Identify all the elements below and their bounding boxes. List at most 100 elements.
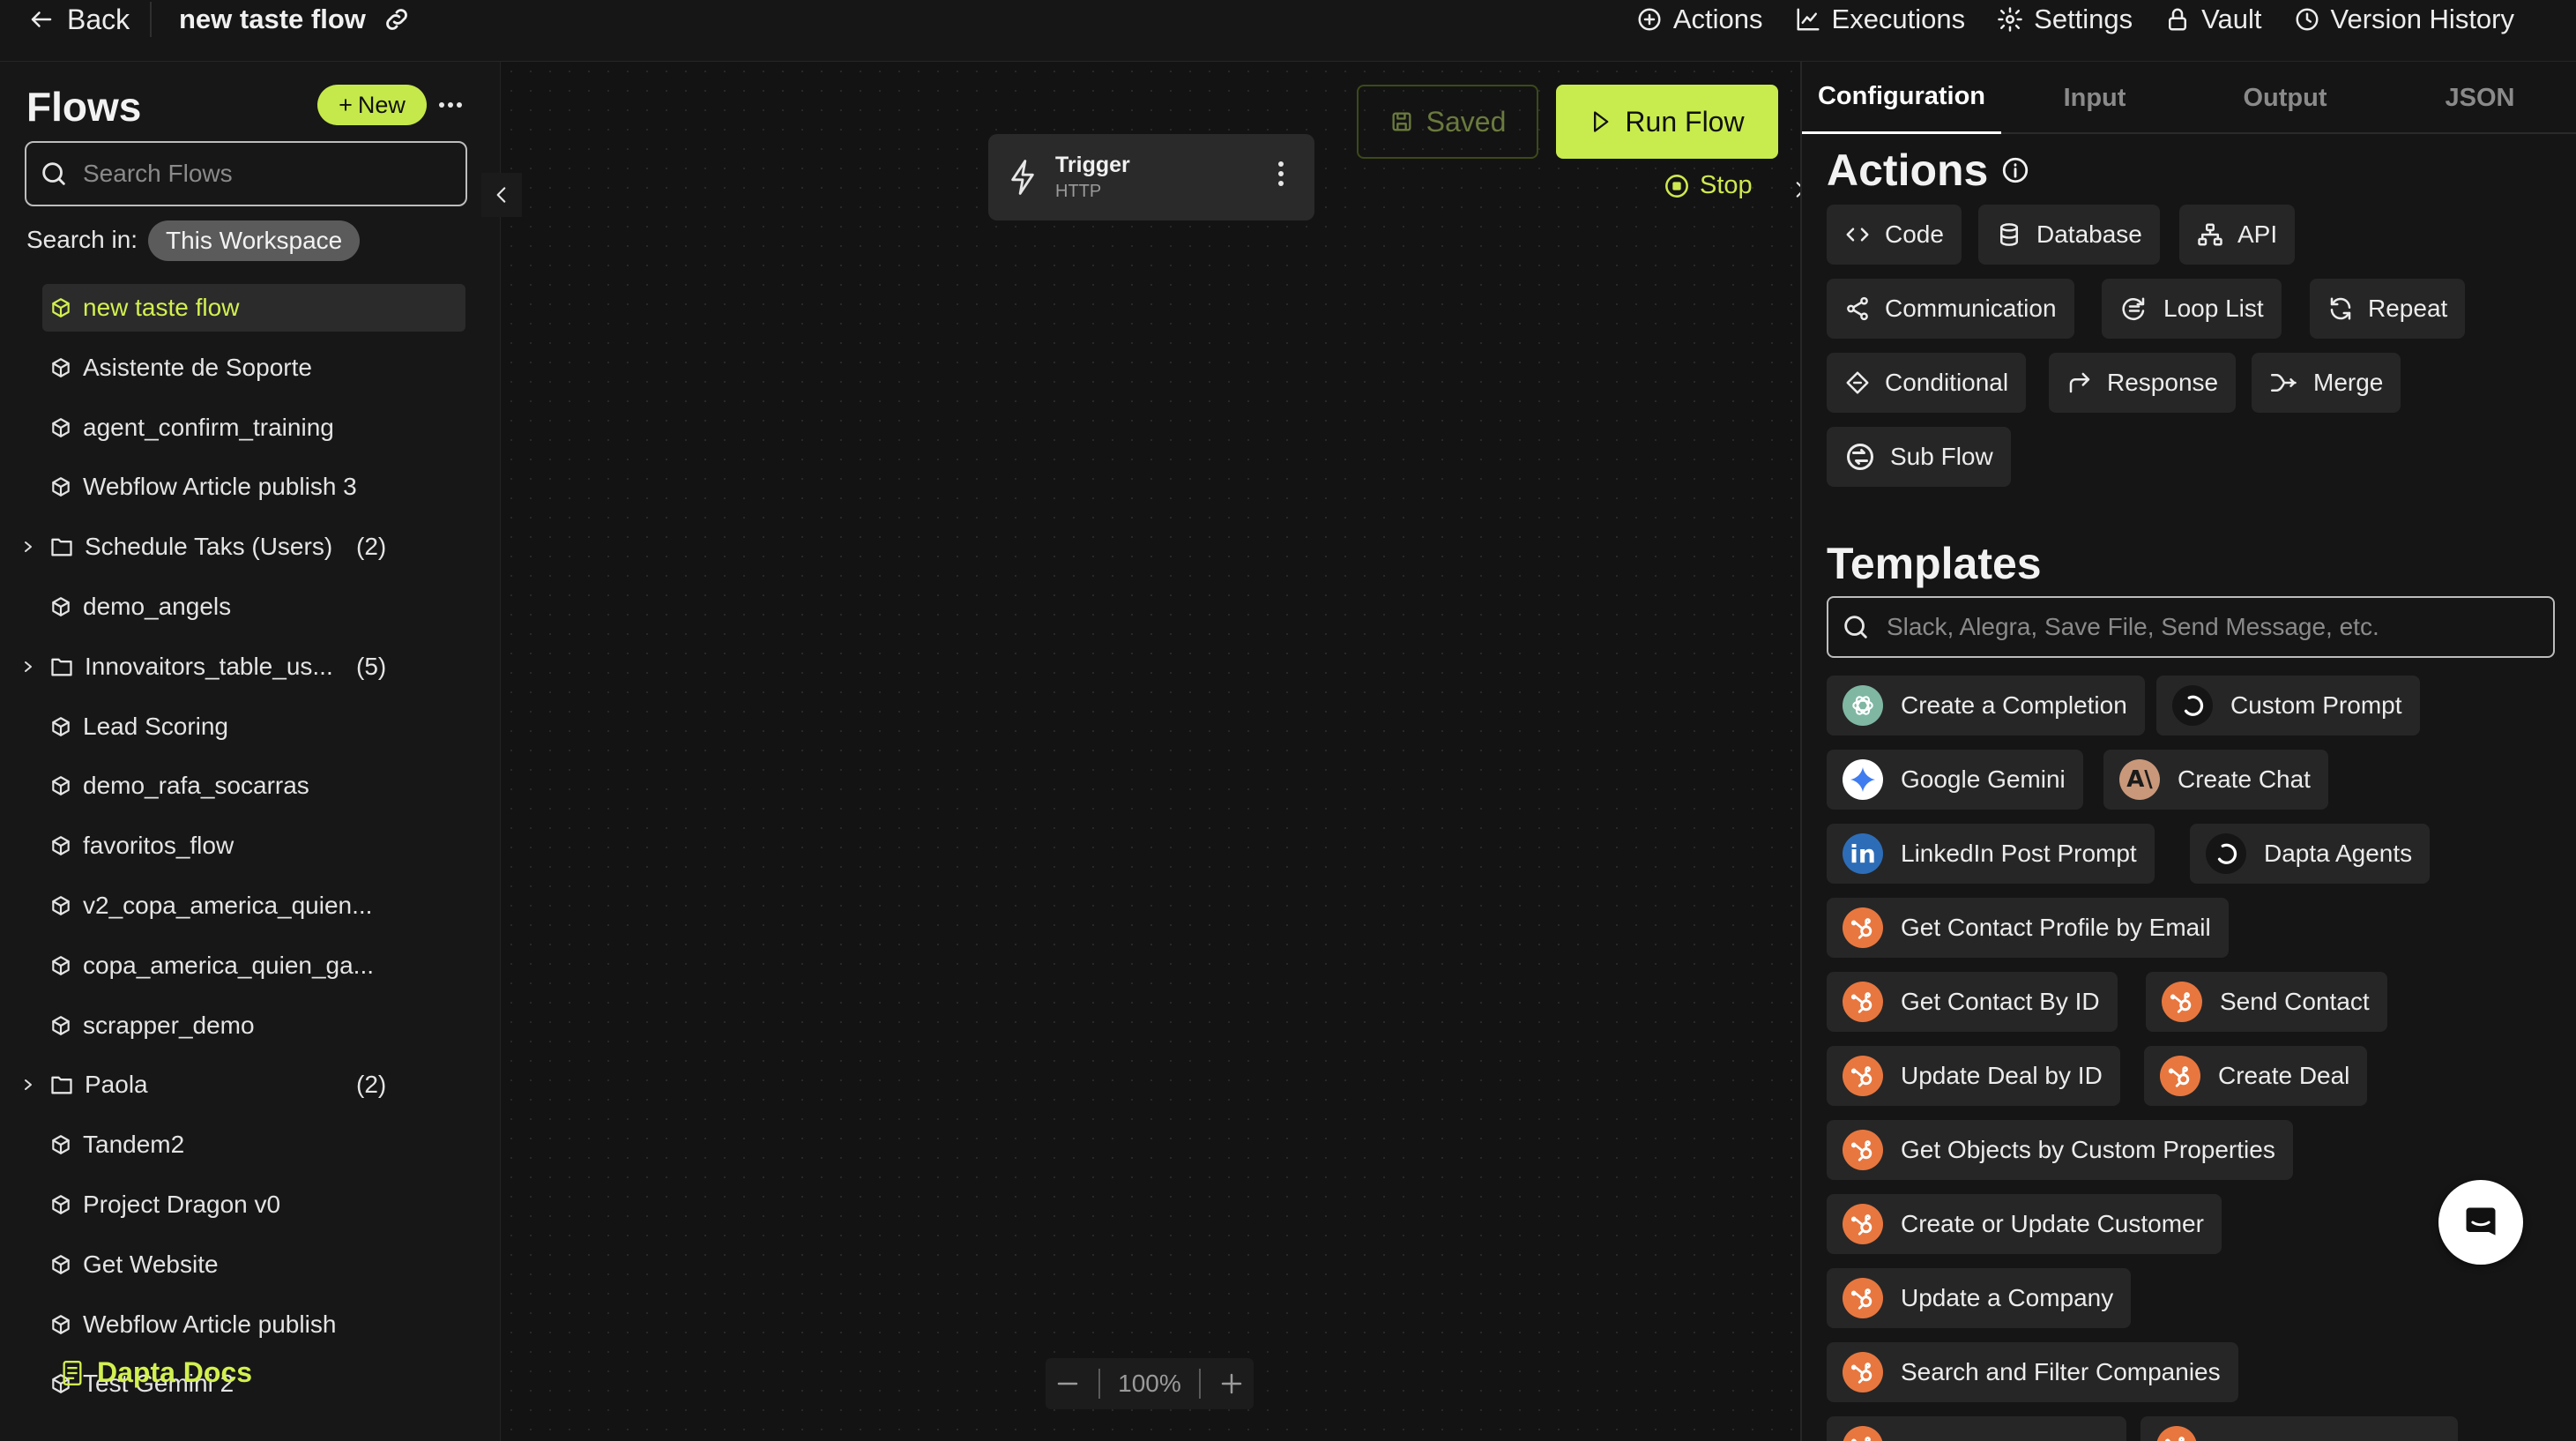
nav-settings[interactable]: Settings: [1997, 4, 2133, 35]
sidebar-flow-item[interactable]: demo_rafa_socarras: [42, 762, 465, 810]
trigger-node[interactable]: Trigger HTTP: [988, 134, 1314, 220]
sidebar-flow-item[interactable]: Project Dragon v0: [42, 1181, 465, 1228]
sidebar-flow-item[interactable]: Tandem2: [42, 1121, 465, 1168]
template-linkedin-post-prompt[interactable]: in LinkedIn Post Prompt: [1827, 824, 2155, 884]
chat-support-button[interactable]: [2438, 1180, 2523, 1265]
action-code[interactable]: Code: [1827, 205, 1962, 265]
vertical-dots-icon[interactable]: [1277, 161, 1284, 187]
saved-button[interactable]: Saved: [1357, 85, 1538, 159]
tab-output[interactable]: Output: [2188, 62, 2382, 134]
cube-icon: [49, 356, 72, 379]
tab-input[interactable]: Input: [2001, 62, 2188, 134]
search-flows-input[interactable]: [83, 160, 453, 188]
sidebar-flow-item[interactable]: favoritos_flow: [42, 822, 465, 870]
template-google-gemini[interactable]: Google Gemini: [1827, 750, 2083, 810]
search-flows-field[interactable]: [25, 141, 467, 206]
sidebar-flow-item[interactable]: demo_angels: [42, 583, 465, 631]
sidebar-folder-item[interactable]: Schedule Taks (Users) (2): [42, 523, 465, 571]
dapta-logo-icon: [2206, 833, 2246, 874]
chevron-left-icon: [490, 182, 513, 208]
template-label: Update a Company: [1901, 1284, 2114, 1311]
template-update-deal-by-id[interactable]: Update Deal by ID: [1827, 1046, 2120, 1106]
templates-search-field[interactable]: [1827, 596, 2555, 658]
info-icon[interactable]: [2000, 155, 2030, 185]
sidebar-flow-item[interactable]: Webflow Article publish 3: [42, 463, 465, 511]
sidebar-flow-item[interactable]: Webflow Article publish: [42, 1301, 465, 1348]
link-icon[interactable]: [382, 4, 412, 34]
template-create-or-update-customer[interactable]: Create or Update Customer: [1827, 1194, 2222, 1254]
back-label: Back: [67, 3, 130, 35]
run-flow-button[interactable]: Run Flow: [1556, 85, 1778, 159]
stop-icon: [1664, 174, 1689, 198]
tab-json[interactable]: JSON: [2382, 62, 2576, 134]
more-options-icon[interactable]: [432, 85, 469, 125]
action-api[interactable]: API: [2179, 205, 2296, 265]
chevron-right-icon[interactable]: [21, 523, 39, 571]
folder-count: (2): [356, 1071, 387, 1099]
templates-title: Templates: [1827, 539, 2042, 588]
template-label: Get Contact By ID: [1901, 988, 2100, 1015]
sidebar-flow-item[interactable]: Lead Scoring: [42, 703, 465, 750]
action-response[interactable]: Response: [2049, 353, 2237, 413]
action-communication[interactable]: Communication: [1827, 279, 2074, 339]
templates-search-input[interactable]: [1887, 613, 2539, 641]
template-create-deal[interactable]: Create Deal: [2144, 1046, 2368, 1106]
template-chip-partial[interactable]: [2140, 1416, 2458, 1441]
action-loop-list[interactable]: Loop List: [2102, 279, 2282, 339]
action-sub-flow[interactable]: Sub Flow: [1827, 427, 2011, 487]
action-repeat[interactable]: Repeat: [2310, 279, 2466, 339]
sidebar-folder-item[interactable]: Paola (2): [42, 1061, 465, 1109]
template-get-contact-by-id[interactable]: Get Contact By ID: [1827, 972, 2118, 1032]
template-create-a-completion[interactable]: Create a Completion: [1827, 676, 2145, 735]
sidebar-flow-item[interactable]: new taste flow: [42, 284, 465, 332]
sidebar-flow-item[interactable]: scrapper_demo: [42, 1002, 465, 1049]
action-database[interactable]: Database: [1978, 205, 2160, 265]
flow-canvas[interactable]: [502, 62, 1800, 1441]
template-get-contact-profile-by-email[interactable]: Get Contact Profile by Email: [1827, 898, 2229, 958]
sidebar-flow-item[interactable]: agent_confirm_training: [42, 404, 465, 452]
template-custom-prompt[interactable]: Custom Prompt: [2156, 676, 2420, 735]
tab-configuration[interactable]: Configuration: [1802, 62, 2001, 134]
template-label: Custom Prompt: [2230, 691, 2402, 719]
sidebar-flow-item[interactable]: Asistente de Soporte: [42, 344, 465, 392]
template-label: Create Chat: [2178, 765, 2311, 793]
zoom-in-icon[interactable]: [1218, 1370, 1245, 1397]
stop-button[interactable]: Stop: [1664, 171, 1753, 200]
new-label: New: [357, 91, 406, 118]
template-dapta-agents[interactable]: Dapta Agents: [2190, 824, 2431, 884]
folder-icon: [49, 655, 74, 678]
collapse-sidebar-button[interactable]: [481, 173, 522, 217]
nav-label: Actions: [1672, 4, 1763, 34]
sidebar-folder-item[interactable]: Innovaitors_table_us... (5): [42, 643, 465, 691]
sidebar-flow-item[interactable]: Get Website: [42, 1241, 465, 1288]
template-update-a-company[interactable]: Update a Company: [1827, 1268, 2132, 1328]
template-create-chat[interactable]: A\ Create Chat: [2103, 750, 2328, 810]
cube-icon: [49, 1133, 72, 1156]
template-search-and-filter-companies[interactable]: Search and Filter Companies: [1827, 1342, 2238, 1402]
nav-executions[interactable]: Executions: [1795, 4, 1965, 35]
search-icon: [39, 159, 69, 189]
flow-item-label: agent_confirm_training: [83, 413, 334, 441]
chevron-right-icon[interactable]: [21, 1061, 39, 1109]
sidebar-flow-item[interactable]: copa_america_quien_ga...: [42, 942, 465, 989]
flow-item-label: Webflow Article publish 3: [83, 473, 357, 501]
nav-actions[interactable]: Actions: [1636, 4, 1763, 35]
folder-count: (5): [356, 652, 387, 680]
new-flow-button[interactable]: + New: [317, 85, 427, 125]
sidebar-flow-item[interactable]: v2_copa_america_quien...: [42, 882, 465, 930]
nav-version-history[interactable]: Version History: [2294, 4, 2514, 35]
folder-icon: [49, 535, 74, 558]
action-merge[interactable]: Merge: [2252, 353, 2401, 413]
dapta-docs-link[interactable]: Dapta Docs: [60, 1356, 252, 1389]
template-get-objects-by-custom-properties[interactable]: Get Objects by Custom Properties: [1827, 1120, 2293, 1180]
template-chip-partial[interactable]: [1827, 1416, 2126, 1441]
chevron-right-icon[interactable]: [21, 643, 39, 691]
workspace-chip[interactable]: This Workspace: [148, 220, 361, 261]
action-conditional[interactable]: Conditional: [1827, 353, 2027, 413]
gear-icon: [1997, 6, 2023, 33]
nav-vault[interactable]: Vault: [2164, 4, 2262, 35]
arrow-left-icon: [28, 6, 55, 33]
template-send-contact[interactable]: Send Contact: [2146, 972, 2387, 1032]
back-button[interactable]: Back: [28, 0, 130, 39]
zoom-out-icon[interactable]: [1054, 1370, 1081, 1397]
